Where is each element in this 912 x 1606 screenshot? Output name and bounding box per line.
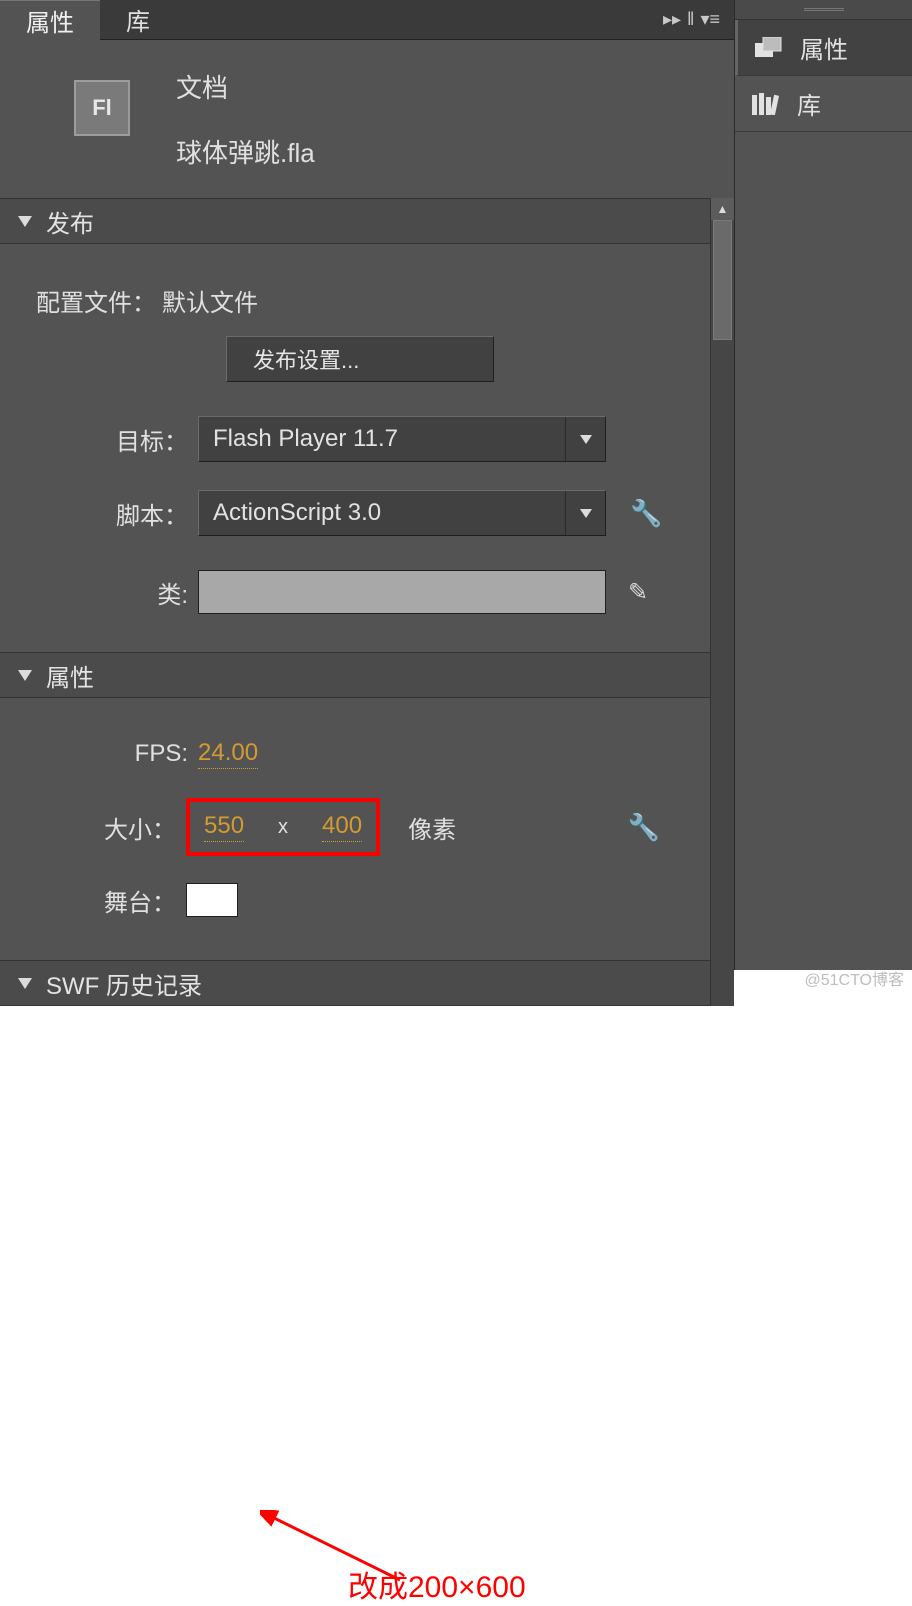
section-publish-header[interactable]: 发布 bbox=[0, 198, 710, 244]
width-value[interactable]: 550 bbox=[204, 812, 244, 842]
section-swf-history-header[interactable]: SWF 历史记录 bbox=[0, 960, 710, 1006]
document-header: Fl 文档 球体弹跳.fla bbox=[0, 40, 734, 198]
target-value: Flash Player 11.7 bbox=[199, 425, 565, 453]
height-value[interactable]: 400 bbox=[322, 812, 362, 842]
size-separator: x bbox=[278, 816, 288, 839]
size-label: 大小： bbox=[36, 810, 186, 845]
script-label: 脚本： bbox=[36, 496, 198, 531]
properties-icon bbox=[754, 36, 784, 60]
tab-properties[interactable]: 属性 bbox=[0, 0, 100, 40]
document-type-label: 文档 bbox=[176, 68, 315, 105]
chevron-down-icon bbox=[18, 978, 32, 989]
flash-document-icon: Fl bbox=[74, 80, 130, 136]
target-dropdown[interactable]: Flash Player 11.7 bbox=[198, 416, 606, 462]
profile-label: 配置文件： bbox=[36, 283, 156, 318]
scroll-up-icon[interactable]: ▲ bbox=[711, 198, 734, 220]
document-filename: 球体弹跳.fla bbox=[176, 133, 315, 170]
wrench-icon[interactable]: 🔧 bbox=[630, 498, 662, 529]
stage-label: 舞台： bbox=[36, 883, 186, 918]
section-publish-title: 发布 bbox=[46, 204, 94, 239]
watermark: @51CTO博客 bbox=[804, 966, 904, 990]
sidebar-item-library[interactable]: 库 bbox=[735, 76, 912, 132]
fps-value[interactable]: 24.00 bbox=[198, 739, 258, 769]
section-properties-title: 属性 bbox=[46, 658, 94, 693]
section-swf-history-title: SWF 历史记录 bbox=[46, 966, 202, 1001]
chevron-down-icon bbox=[18, 216, 32, 227]
fast-forward-icon[interactable]: ▸▸ bbox=[663, 9, 681, 30]
profile-value: 默认文件 bbox=[162, 283, 258, 318]
sidebar-properties-label: 属性 bbox=[800, 30, 848, 65]
scrollbar-thumb[interactable] bbox=[713, 220, 732, 340]
pencil-icon[interactable]: ✎ bbox=[628, 578, 648, 607]
size-unit: 像素 bbox=[408, 810, 456, 845]
panel-grip[interactable] bbox=[735, 0, 912, 20]
class-label: 类: bbox=[36, 575, 198, 610]
target-label: 目标： bbox=[36, 422, 198, 457]
script-value: ActionScript 3.0 bbox=[199, 499, 565, 527]
panel-menu-icon[interactable]: ▾≡ bbox=[700, 9, 720, 30]
wrench-icon[interactable]: 🔧 bbox=[628, 812, 660, 843]
chevron-down-icon bbox=[565, 417, 605, 461]
vertical-scrollbar[interactable]: ▲ bbox=[710, 198, 734, 1006]
divider-icon: ‖ bbox=[687, 9, 694, 30]
script-dropdown[interactable]: ActionScript 3.0 bbox=[198, 490, 606, 536]
tab-library[interactable]: 库 bbox=[100, 0, 176, 40]
annotation-text: 改成200×600 bbox=[348, 1562, 526, 1606]
chevron-down-icon bbox=[18, 670, 32, 681]
section-properties-header[interactable]: 属性 bbox=[0, 652, 710, 698]
stage-color-swatch[interactable] bbox=[186, 883, 238, 917]
sidebar-item-properties[interactable]: 属性 bbox=[735, 20, 912, 76]
size-highlight-box: 550 x 400 bbox=[186, 798, 380, 856]
chevron-down-icon bbox=[565, 491, 605, 535]
publish-settings-button[interactable]: 发布设置... bbox=[226, 336, 494, 382]
sidebar-library-label: 库 bbox=[797, 86, 821, 121]
class-input[interactable] bbox=[198, 570, 606, 614]
library-icon bbox=[751, 92, 781, 116]
fps-label: FPS: bbox=[36, 740, 198, 768]
panel-tabs: 属性 库 ▸▸ ‖ ▾≡ bbox=[0, 0, 734, 40]
